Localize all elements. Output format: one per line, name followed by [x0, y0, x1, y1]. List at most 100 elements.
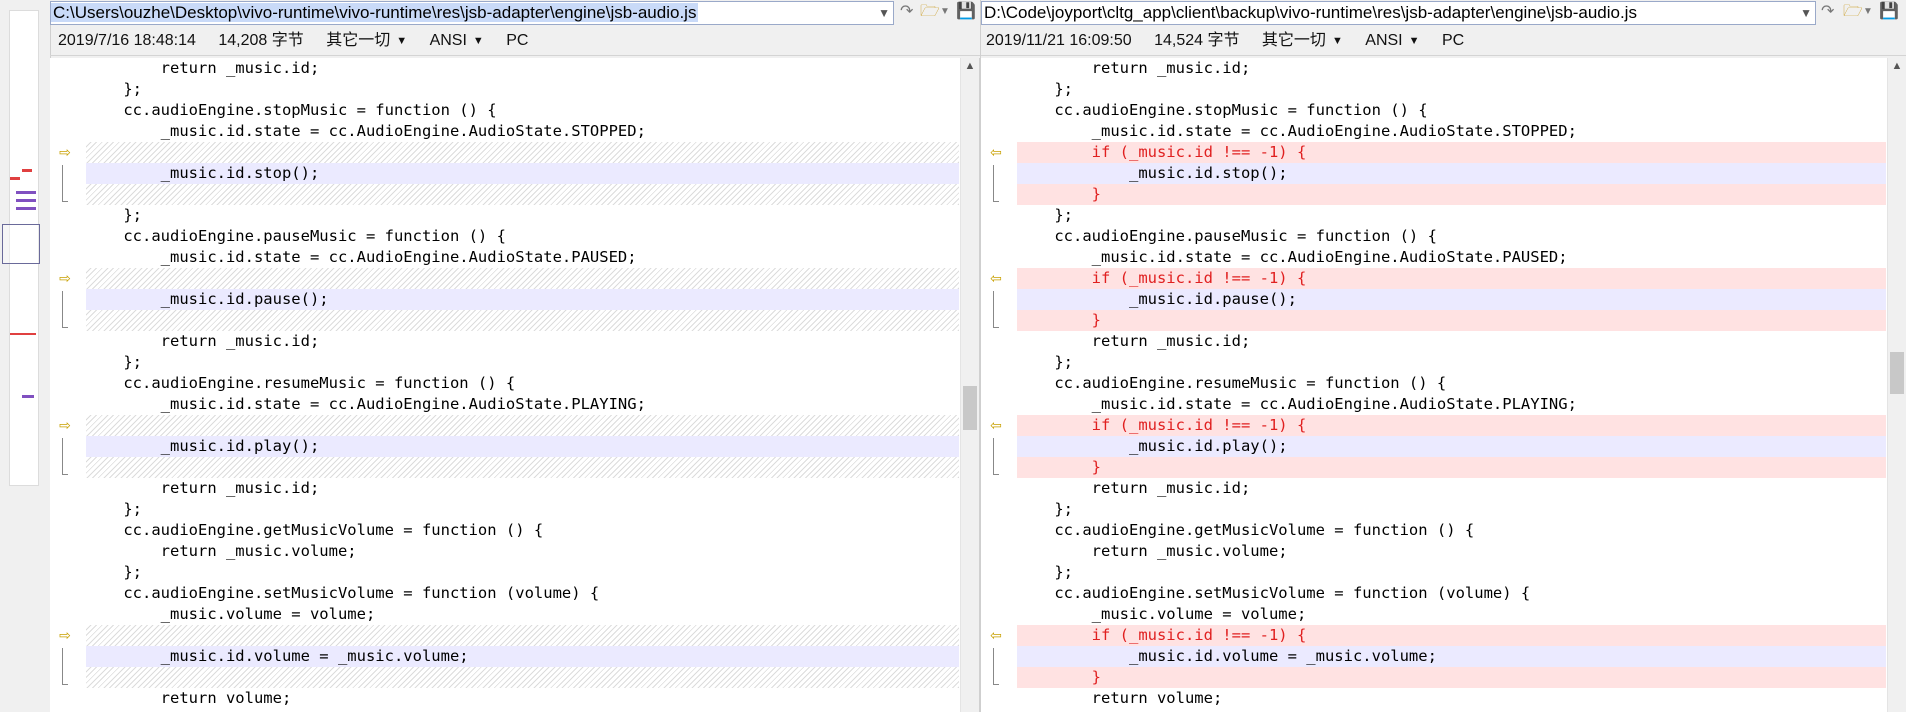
diff-gap-line[interactable]: [86, 667, 959, 688]
inserted-code-line[interactable]: }: [1017, 457, 1886, 478]
code-line[interactable]: _music.volume = volume;: [1017, 604, 1886, 625]
modified-code-line[interactable]: _music.id.pause();: [86, 289, 959, 310]
code-line[interactable]: };: [86, 352, 959, 373]
arrow-right-icon[interactable]: ⇨: [56, 270, 74, 286]
code-line[interactable]: _music.id.state = cc.AudioEngine.AudioSt…: [1017, 394, 1886, 415]
modified-code-line[interactable]: _music.id.volume = _music.volume;: [86, 646, 959, 667]
right-code-view[interactable]: ⇦ ⇦ ⇦ ⇦ return _music.id; }; cc.audioEngine…: [981, 58, 1906, 712]
modified-code-line[interactable]: _music.id.play();: [86, 436, 959, 457]
code-line[interactable]: cc.audioEngine.pauseMusic = function () …: [86, 226, 959, 247]
modified-code-line[interactable]: _music.id.stop();: [86, 163, 959, 184]
right-charset[interactable]: ANSI: [1365, 27, 1402, 55]
code-line[interactable]: return volume;: [1017, 688, 1886, 709]
inserted-code-line[interactable]: if (_music.id !== -1) {: [1017, 268, 1886, 289]
modified-code-line[interactable]: _music.id.stop();: [1017, 163, 1886, 184]
folder-open-icon[interactable]: 🗁: [1843, 2, 1863, 22]
code-line[interactable]: _music.id.state = cc.AudioEngine.AudioSt…: [1017, 247, 1886, 268]
chevron-down-icon[interactable]: ▼: [1332, 27, 1343, 55]
diff-gap-line[interactable]: [86, 142, 959, 163]
arrow-left-icon[interactable]: ⇦: [987, 270, 1005, 286]
code-line[interactable]: cc.audioEngine.resumeMusic = function ()…: [1017, 373, 1886, 394]
code-line[interactable]: cc.audioEngine.pauseMusic = function () …: [1017, 226, 1886, 247]
code-line[interactable]: _music.id.state = cc.AudioEngine.AudioSt…: [1017, 121, 1886, 142]
code-line[interactable]: };: [86, 499, 959, 520]
code-line[interactable]: return _music.volume;: [86, 541, 959, 562]
arrow-left-icon[interactable]: ⇦: [987, 417, 1005, 433]
right-path-text[interactable]: D:\Code\joyport\cltg_app\client\backup\v…: [982, 3, 1639, 22]
code-line[interactable]: return _music.id;: [86, 478, 959, 499]
code-line[interactable]: };: [86, 79, 959, 100]
right-line-end[interactable]: PC: [1442, 27, 1464, 55]
diff-gap-line[interactable]: [86, 268, 959, 289]
diff-gap-line[interactable]: [86, 415, 959, 436]
code-line[interactable]: };: [1017, 562, 1886, 583]
code-line[interactable]: cc.audioEngine.getMusicVolume = function…: [1017, 520, 1886, 541]
arrow-left-icon[interactable]: ⇦: [987, 144, 1005, 160]
code-line[interactable]: return _music.volume;: [1017, 541, 1886, 562]
left-charset[interactable]: ANSI: [430, 27, 467, 55]
save-icon[interactable]: 💾: [956, 2, 976, 22]
code-line[interactable]: };: [1017, 499, 1886, 520]
folder-open-icon[interactable]: 🗁: [920, 2, 940, 22]
scroll-up-icon[interactable]: ▲: [961, 60, 979, 72]
code-line[interactable]: return _music.id;: [1017, 58, 1886, 79]
code-line[interactable]: _music.volume = volume;: [86, 604, 959, 625]
left-scroll-thumb[interactable]: [963, 386, 977, 430]
chevron-down-icon[interactable]: ▼: [1863, 2, 1873, 22]
code-line[interactable]: cc.audioEngine.getMusicVolume = function…: [86, 520, 959, 541]
code-line[interactable]: cc.audioEngine.stopMusic = function () {: [86, 100, 959, 121]
overview-viewport[interactable]: [2, 224, 40, 264]
arrow-left-icon[interactable]: ⇦: [987, 627, 1005, 643]
code-line[interactable]: };: [1017, 205, 1886, 226]
refresh-icon[interactable]: ↷: [1821, 2, 1834, 22]
code-line[interactable]: _music.id.state = cc.AudioEngine.AudioSt…: [86, 394, 959, 415]
diff-gap-line[interactable]: [86, 310, 959, 331]
chevron-down-icon[interactable]: ▼: [940, 2, 950, 22]
code-line[interactable]: return _music.id;: [1017, 331, 1886, 352]
inserted-code-line[interactable]: if (_music.id !== -1) {: [1017, 142, 1886, 163]
code-line[interactable]: cc.audioEngine.resumeMusic = function ()…: [86, 373, 959, 394]
code-line[interactable]: return _music.id;: [86, 331, 959, 352]
left-path-field[interactable]: C:\Users\ouzhe\Desktop\vivo-runtime\vivo…: [50, 1, 894, 25]
inserted-code-line[interactable]: }: [1017, 310, 1886, 331]
code-line[interactable]: };: [86, 205, 959, 226]
inserted-code-line[interactable]: }: [1017, 667, 1886, 688]
modified-code-line[interactable]: _music.id.play();: [1017, 436, 1886, 457]
diff-overview-map[interactable]: [0, 0, 51, 712]
left-scrollbar[interactable]: ▲: [960, 58, 979, 712]
refresh-icon[interactable]: ↷: [900, 2, 913, 22]
right-scroll-thumb[interactable]: [1890, 352, 1904, 394]
diff-gap-line[interactable]: [86, 457, 959, 478]
modified-code-line[interactable]: _music.id.volume = _music.volume;: [1017, 646, 1886, 667]
inserted-code-line[interactable]: }: [1017, 184, 1886, 205]
chevron-down-icon[interactable]: ▼: [878, 2, 890, 24]
code-line[interactable]: return volume;: [86, 688, 959, 709]
modified-code-line[interactable]: _music.id.pause();: [1017, 289, 1886, 310]
left-line-end[interactable]: PC: [506, 27, 528, 55]
code-line[interactable]: return _music.id;: [1017, 478, 1886, 499]
arrow-right-icon[interactable]: ⇨: [56, 627, 74, 643]
scroll-up-icon[interactable]: ▲: [1888, 60, 1906, 72]
save-icon[interactable]: 💾: [1879, 2, 1899, 22]
left-code-view[interactable]: ⇨ ⇨ ⇨ ⇨ return _music.id; }; cc.audioEngine…: [50, 58, 980, 712]
inserted-code-line[interactable]: if (_music.id !== -1) {: [1017, 625, 1886, 646]
code-line[interactable]: };: [1017, 79, 1886, 100]
code-line[interactable]: };: [1017, 352, 1886, 373]
arrow-right-icon[interactable]: ⇨: [56, 144, 74, 160]
diff-gap-line[interactable]: [86, 184, 959, 205]
chevron-down-icon[interactable]: ▼: [1409, 27, 1420, 55]
inserted-code-line[interactable]: if (_music.id !== -1) {: [1017, 415, 1886, 436]
code-line[interactable]: _music.id.state = cc.AudioEngine.AudioSt…: [86, 247, 959, 268]
code-line[interactable]: return _music.id;: [86, 58, 959, 79]
right-encoding-mode[interactable]: 其它一切: [1262, 27, 1326, 55]
code-line[interactable]: };: [86, 562, 959, 583]
diff-gap-line[interactable]: [86, 625, 959, 646]
code-line[interactable]: cc.audioEngine.setMusicVolume = function…: [1017, 583, 1886, 604]
code-line[interactable]: cc.audioEngine.setMusicVolume = function…: [86, 583, 959, 604]
chevron-down-icon[interactable]: ▼: [1800, 2, 1812, 24]
code-line[interactable]: _music.id.state = cc.AudioEngine.AudioSt…: [86, 121, 959, 142]
chevron-down-icon[interactable]: ▼: [473, 27, 484, 55]
left-encoding-mode[interactable]: 其它一切: [326, 27, 390, 55]
arrow-right-icon[interactable]: ⇨: [56, 417, 74, 433]
chevron-down-icon[interactable]: ▼: [396, 27, 407, 55]
